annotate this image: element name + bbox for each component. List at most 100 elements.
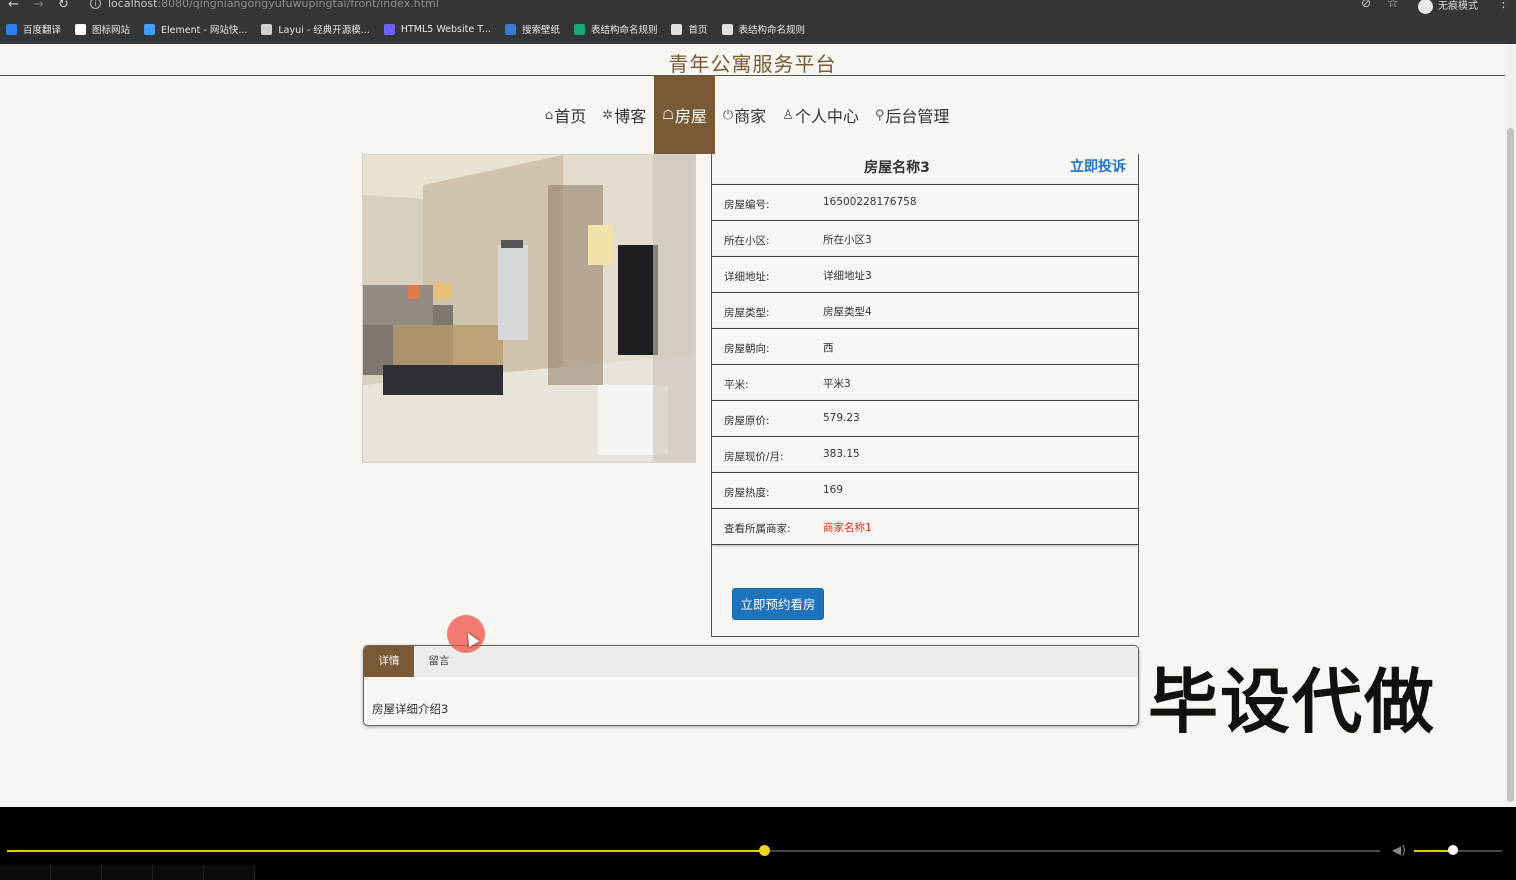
volume-icon[interactable]: ◀): [1392, 843, 1406, 857]
address-bar[interactable]: ← → ↻ i localhost:8080/qingniangongyufuw…: [0, 0, 1516, 14]
home-icon: ⌂: [545, 107, 554, 123]
main-nav: ⌂ 首页 ✲ 博客 ☖ 房屋 ⏻ 商家 ♙ 个人中心 ⚲ 后台管理: [537, 76, 957, 154]
player-control-button[interactable]: [204, 865, 255, 880]
player-control-button[interactable]: [102, 865, 153, 880]
nav-item[interactable]: ⚲ 后台管理: [867, 76, 958, 154]
nav-item-label: 个人中心: [794, 107, 859, 126]
bookmark-favicon-icon: [573, 23, 585, 35]
bookmark-favicon-icon: [6, 23, 17, 35]
bookmark-item[interactable]: Element - 网站快...: [144, 22, 247, 36]
bookmark-favicon-icon: [261, 23, 273, 35]
room-photo-image: [363, 155, 695, 462]
page-scrollbar[interactable]: [1505, 44, 1516, 807]
tab-content: 房屋详细介绍3: [372, 702, 449, 716]
house-detail-card: 房屋名称3 立即投诉 房屋编号: 16500228176758 所在小区: 所在小区3…: [711, 154, 1139, 637]
bookmark-label: 百度翻译: [23, 25, 62, 36]
book-viewing-button[interactable]: 立即预约看房: [732, 588, 824, 620]
bookmark-item[interactable]: 搜索壁纸: [504, 22, 560, 36]
nav-item-label: 首页: [554, 107, 587, 126]
power-icon: ⏻: [722, 107, 734, 123]
site-info-icon[interactable]: i: [90, 0, 101, 9]
bookmark-item[interactable]: 表结构命名规则: [573, 22, 657, 36]
bookmark-item[interactable]: 表结构命名规则: [721, 22, 806, 36]
site-title: 青年公寓服务平台: [668, 52, 837, 76]
detail-label: 房屋现价/月:: [724, 451, 784, 463]
detail-row: 房屋类型: 房屋类型4: [712, 292, 1138, 329]
bookmark-label: Layui - 经典开源模...: [278, 25, 370, 36]
incognito-icon: [1418, 0, 1433, 14]
detail-label: 详细地址:: [724, 271, 770, 283]
detail-label: 房屋朝向:: [724, 343, 770, 355]
bookmark-item[interactable]: HTML5 Website T...: [383, 23, 491, 35]
detail-rows: 房屋编号: 16500228176758 所在小区: 所在小区3 详细地址: 详细地址3 房…: [712, 184, 1138, 545]
detail-row: 房屋原价: 579.23: [712, 400, 1138, 437]
tab-details[interactable]: 详情: [364, 646, 414, 677]
detail-row: 房屋现价/月: 383.15: [712, 436, 1138, 473]
bookmarks-bar: 百度翻译 图标网站 Element - 网站快... Layui - 经典开源模...…: [6, 21, 819, 37]
progress-fill: [7, 850, 764, 852]
complain-link[interactable]: 立即投诉: [1070, 156, 1126, 176]
nav-item[interactable]: ⌂ 首页: [537, 76, 594, 154]
volume-slider[interactable]: [1414, 845, 1502, 855]
nav-item[interactable]: ♙ 个人中心: [774, 76, 867, 154]
detail-label: 所在小区:: [724, 235, 770, 247]
url-text[interactable]: localhost:8080/qingniangongyufuwupingtai…: [108, 0, 439, 10]
watermark-text: 毕设代做: [1148, 661, 1436, 743]
tab-bar: 详情 留言: [364, 646, 1138, 677]
page-viewport: 青年公寓服务平台 ⌂ 首页 ✲ 博客 ☖ 房屋 ⏻ 商家 ♙ 个人中心 ⚲ 后台管理 房屋名称: [0, 44, 1516, 807]
detail-value: 579.23: [823, 412, 860, 424]
player-control-button[interactable]: [0, 865, 51, 880]
player-controls: [0, 865, 255, 880]
bookmark-favicon-icon: [383, 23, 395, 35]
detail-value: 16500228176758: [823, 196, 917, 208]
detail-header: 房屋名称3 立即投诉: [712, 154, 1138, 185]
reload-icon[interactable]: ↻: [58, 0, 69, 12]
blog-icon: ✲: [602, 107, 614, 123]
eye-off-icon[interactable]: ⊘: [1361, 0, 1371, 10]
progress-knob[interactable]: [758, 845, 770, 856]
merchant-link[interactable]: 商家名称1: [823, 520, 872, 535]
detail-value: 西: [823, 342, 834, 354]
detail-row: 查看所属商家: 商家名称1: [712, 508, 1138, 545]
bookmark-item[interactable]: Layui - 经典开源模...: [261, 22, 370, 36]
nav-item-label: 后台管理: [885, 107, 950, 126]
player-control-button[interactable]: [51, 865, 102, 880]
link-icon: ⚲: [874, 107, 885, 123]
bookmark-item[interactable]: 首页: [671, 22, 708, 36]
nav-item[interactable]: ⏻ 商家: [715, 76, 774, 154]
detail-label: 房屋原价:: [724, 415, 770, 427]
scrollbar-thumb[interactable]: [1507, 128, 1514, 802]
nav-item[interactable]: ☖ 房屋: [654, 76, 715, 154]
detail-value: 383.15: [823, 448, 860, 460]
bookmark-label: Element - 网站快...: [161, 25, 248, 36]
bookmark-item[interactable]: 百度翻译: [6, 22, 61, 36]
detail-row: 房屋朝向: 西: [712, 328, 1138, 365]
bookmark-label: 搜索壁纸: [521, 25, 560, 36]
video-player-bar: ◀): [0, 807, 1516, 880]
detail-value: 所在小区3: [823, 234, 872, 246]
bookmark-label: HTML5 Website T...: [400, 23, 491, 35]
detail-value: 169: [823, 484, 844, 496]
detail-label: 房屋编号:: [724, 199, 770, 211]
nav-item-label: 商家: [734, 107, 767, 126]
nav-item[interactable]: ✲ 博客: [594, 76, 654, 154]
bookmark-item[interactable]: 图标网站: [75, 22, 130, 36]
star-icon[interactable]: ☆: [1387, 0, 1399, 11]
volume-knob[interactable]: [1447, 845, 1458, 855]
detail-value: 平米3: [823, 378, 851, 390]
house-photo: [362, 154, 696, 463]
forward-icon[interactable]: →: [33, 0, 44, 12]
nav-item-label: 房屋: [674, 107, 707, 126]
bookmark-favicon-icon: [75, 23, 87, 35]
back-icon[interactable]: ←: [8, 0, 19, 12]
house-name: 房屋名称3: [864, 160, 930, 176]
more-menu-icon[interactable]: ⋮: [1497, 0, 1510, 11]
detail-label: 查看所属商家:: [724, 523, 791, 535]
detail-row: 房屋编号: 16500228176758: [712, 184, 1138, 221]
bookmark-favicon-icon: [671, 23, 683, 35]
player-control-button[interactable]: [153, 865, 204, 880]
bookmark-label: 表结构命名规则: [738, 25, 806, 36]
incognito-badge[interactable]: 无痕模式: [1418, 0, 1478, 14]
progress-track[interactable]: [7, 845, 1380, 856]
detail-row: 详细地址: 详细地址3: [712, 256, 1138, 293]
